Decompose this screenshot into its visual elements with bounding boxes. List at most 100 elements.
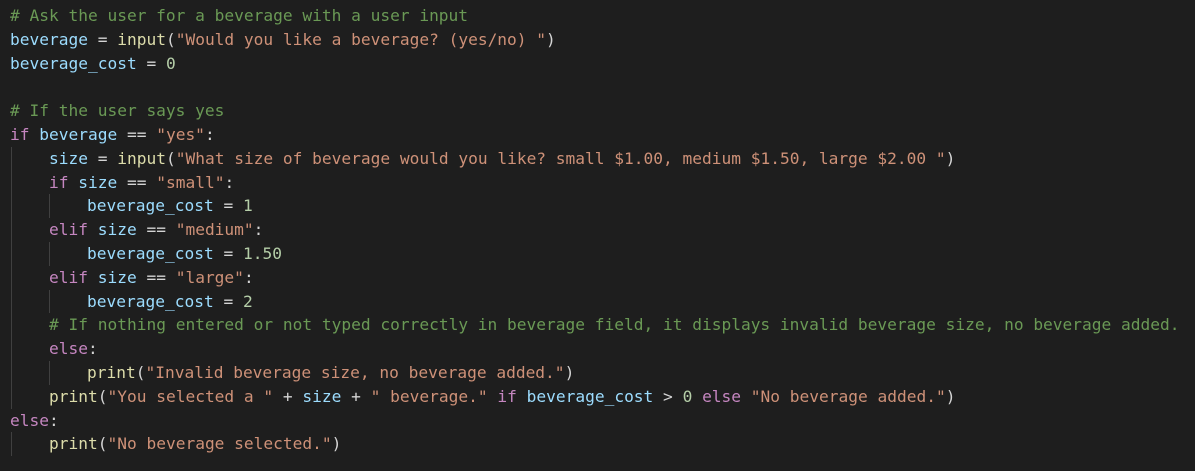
code-token: 1.50 — [242, 243, 282, 263]
code-token: " beverage." — [370, 386, 488, 406]
code-token: "yes" — [156, 124, 205, 144]
code-line[interactable]: beverage_cost = 1.50 — [0, 241, 1195, 266]
indent-guide — [49, 289, 50, 314]
code-token: : — [253, 220, 264, 240]
code-token: + — [341, 386, 371, 406]
code-line[interactable] — [0, 75, 1195, 99]
code-line[interactable]: beverage_cost = 1 — [0, 194, 1195, 219]
code-token: == — [136, 220, 176, 240]
code-token: beverage_cost — [87, 196, 214, 216]
code-token: # If the user says yes — [10, 101, 225, 121]
code-token: "large" — [175, 267, 244, 287]
code-token: 1 — [242, 196, 253, 216]
code-token: # If nothing entered or not typed correc… — [49, 315, 1180, 335]
code-token: = — [213, 243, 243, 263]
code-token: beverage_cost — [87, 291, 214, 311]
code-token: ) — [564, 362, 575, 382]
code-token: = — [87, 148, 118, 168]
code-line[interactable]: else: — [0, 409, 1195, 433]
code-token: = — [213, 291, 243, 311]
code-token: + — [273, 386, 303, 406]
code-line[interactable]: print("Invalid beverage size, no beverag… — [0, 360, 1195, 385]
code-token: "What size of beverage would you like? s… — [175, 148, 946, 168]
code-token: "No beverage added." — [750, 386, 946, 406]
code-token: input — [117, 29, 166, 49]
code-editor[interactable]: # Ask the user for a beverage with a use… — [0, 4, 1195, 471]
code-token: beverage_cost — [526, 386, 654, 406]
code-token: input — [117, 148, 166, 168]
code-token: if — [497, 386, 517, 406]
code-token: ( — [165, 29, 176, 49]
code-line[interactable]: print("You selected a " + size + " bever… — [0, 384, 1195, 409]
code-token: "No beverage selected." — [107, 434, 332, 454]
code-line[interactable]: else: — [0, 337, 1195, 361]
code-token: "You selected a " — [107, 386, 274, 406]
code-line[interactable]: # If the user says yes — [0, 99, 1195, 123]
code-token: == — [117, 124, 157, 144]
code-token: size — [97, 220, 137, 240]
code-token: : — [87, 339, 98, 359]
indent-guide — [11, 170, 12, 195]
code-token: beverage — [10, 29, 88, 49]
code-line[interactable]: # Ask the user for a beverage with a use… — [0, 4, 1195, 28]
code-line[interactable]: beverage_cost = 0 — [0, 52, 1195, 76]
code-line[interactable]: elif size == "medium": — [0, 218, 1195, 242]
indent-guide — [11, 289, 12, 314]
code-token: : — [204, 124, 215, 144]
code-token: == — [117, 172, 157, 192]
code-line[interactable]: beverage = input("Would you like a bever… — [0, 28, 1195, 52]
code-token: size — [97, 267, 137, 287]
code-token: size — [78, 172, 118, 192]
code-token: > — [653, 386, 683, 406]
indent-guide — [11, 337, 12, 361]
code-token: 0 — [165, 53, 176, 73]
code-token: "Invalid beverage size, no beverage adde… — [145, 362, 565, 382]
code-line[interactable]: if beverage == "yes": — [0, 123, 1195, 147]
code-token: if — [10, 124, 30, 144]
code-token: beverage — [39, 124, 118, 144]
indent-guide — [11, 313, 12, 338]
code-token: ) — [546, 29, 556, 49]
indent-guide — [11, 146, 12, 171]
indent-guide — [11, 360, 12, 385]
code-token: 2 — [242, 291, 253, 311]
indent-guide — [11, 384, 12, 409]
code-token: : — [243, 267, 254, 287]
code-line[interactable]: # If nothing entered or not typed correc… — [0, 313, 1195, 338]
code-token: else — [702, 386, 742, 406]
code-token: == — [136, 267, 176, 287]
code-token: ) — [945, 386, 956, 406]
code-token: "medium" — [175, 220, 254, 240]
code-token: elif — [49, 220, 88, 240]
indent-guide — [49, 194, 50, 219]
code-token: print — [87, 362, 136, 382]
code-line[interactable]: if size == "small": — [0, 170, 1195, 195]
indent-guide — [11, 432, 12, 457]
code-token: ) — [945, 148, 956, 168]
indent-guide — [49, 241, 50, 266]
code-line[interactable]: size = input("What size of beverage woul… — [0, 146, 1195, 171]
code-token: : — [48, 410, 59, 430]
code-token: beverage_cost — [87, 243, 214, 263]
code-line[interactable]: elif size == "large": — [0, 265, 1195, 290]
code-token: "Would you like a beverage? (yes/no) " — [175, 29, 547, 49]
code-token: print — [49, 434, 98, 454]
code-token: = — [213, 196, 243, 216]
code-token: size — [302, 386, 342, 406]
code-line[interactable]: print("No beverage selected.") — [0, 432, 1195, 457]
code-token: elif — [49, 267, 88, 287]
code-token: else — [10, 410, 49, 430]
code-token: beverage_cost — [10, 53, 137, 73]
code-line[interactable]: beverage_cost = 2 — [0, 289, 1195, 314]
indent-guide — [11, 218, 12, 242]
code-token: 0 — [682, 386, 693, 406]
code-token: = — [136, 53, 166, 73]
code-token: "small" — [156, 172, 225, 192]
